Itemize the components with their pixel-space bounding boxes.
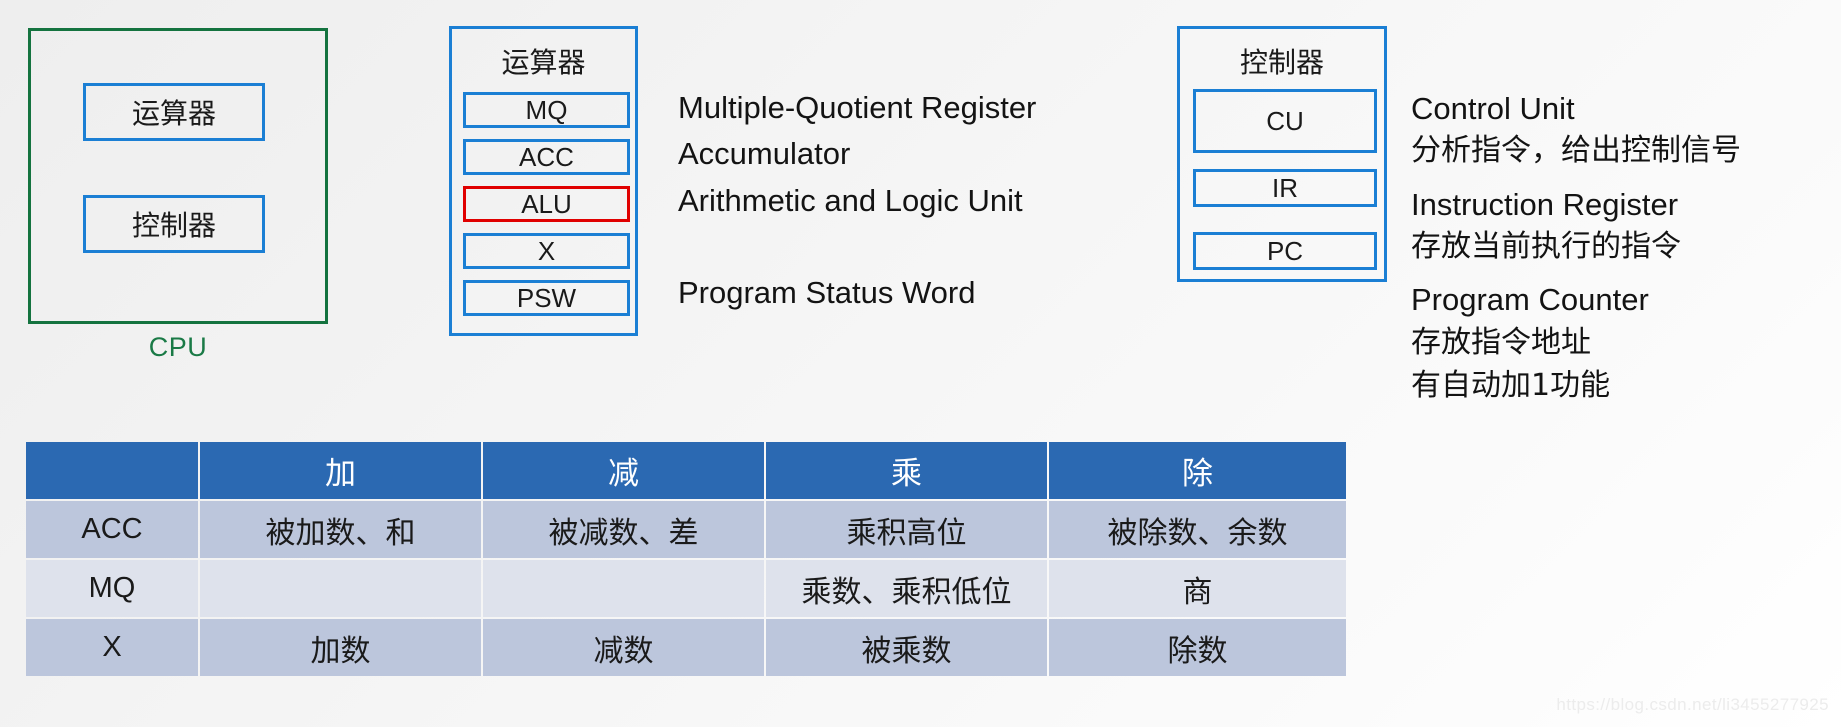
register-usage-table: 加 减 乘 除 ACC 被加数、和 被减数、差 乘积高位 被除数、余数 MQ 乘… (24, 440, 1348, 678)
register-x-label: X (537, 235, 556, 266)
register-ir: IR (1193, 169, 1377, 207)
register-mq: MQ (463, 92, 630, 128)
table-header-cell-0 (26, 442, 198, 499)
cu-desc-cu-cn: 分析指令，给出控制信号 (1411, 133, 1741, 168)
table-cell-x-add: 加数 (200, 619, 481, 676)
alu-desc-alu: Arithmetic and Logic Unit (678, 183, 1023, 218)
register-cu: CU (1193, 89, 1377, 153)
alu-group-title: 运算器 (501, 46, 586, 79)
cu-desc-pc-cn-2: 有自动加1功能 (1411, 368, 1611, 403)
alu-desc-psw: Program Status Word (678, 275, 976, 310)
alu-desc-acc: Accumulator (678, 136, 851, 171)
register-ir-label: IR (1272, 172, 1298, 203)
register-psw: PSW (463, 280, 630, 316)
register-acc: ACC (463, 139, 630, 175)
table-cell-mq-mul: 乘数、乘积低位 (766, 560, 1047, 617)
table-cell-mq-div: 商 (1049, 560, 1346, 617)
table-row: MQ 乘数、乘积低位 商 (26, 560, 1346, 617)
table-header-cell-sub: 减 (483, 442, 764, 499)
register-x: X (463, 233, 630, 269)
table-cell-x-div: 除数 (1049, 619, 1346, 676)
table-cell-x-mul: 被乘数 (766, 619, 1047, 676)
cpu-inner-box-alu: 运算器 (83, 83, 265, 141)
table-row-label-mq: MQ (26, 560, 198, 617)
cpu-inner-label-alu: 运算器 (131, 97, 216, 130)
cu-group-title: 控制器 (1239, 46, 1324, 79)
table-row: X 加数 减数 被乘数 除数 (26, 619, 1346, 676)
table-row-label-x: X (26, 619, 198, 676)
cpu-inner-box-cu: 控制器 (83, 195, 265, 253)
table-cell-mq-sub (483, 560, 764, 617)
cpu-caption: CPU (148, 332, 208, 362)
table-row: ACC 被加数、和 被减数、差 乘积高位 被除数、余数 (26, 501, 1346, 558)
register-alu: ALU (463, 186, 630, 222)
table-cell-acc-div: 被除数、余数 (1049, 501, 1346, 558)
table-header-row: 加 减 乘 除 (26, 442, 1346, 499)
alu-desc-mq: Multiple-Quotient Register (678, 90, 1037, 125)
cu-desc-ir-en: Instruction Register (1411, 187, 1679, 222)
table-cell-mq-add (200, 560, 481, 617)
register-pc: PC (1193, 232, 1377, 270)
register-acc-label: ACC (519, 141, 574, 172)
register-psw-label: PSW (516, 282, 577, 313)
watermark: https://blog.csdn.net/li3455277925 (1556, 695, 1829, 714)
register-pc-label: PC (1266, 235, 1304, 266)
cpu-outer-box: 运算器 控制器 (28, 28, 328, 324)
table-header-cell-div: 除 (1049, 442, 1346, 499)
cu-group-box: 控制器 CU IR PC (1177, 26, 1387, 282)
table-header-cell-add: 加 (200, 442, 481, 499)
cu-desc-ir-cn: 存放当前执行的指令 (1411, 229, 1681, 264)
slide-canvas: 运算器 控制器 CPU 运算器 MQ ACC ALU X PSW Multipl… (0, 0, 1841, 727)
table-header-cell-mul: 乘 (766, 442, 1047, 499)
cu-desc-pc-en: Program Counter (1411, 282, 1649, 317)
cu-desc-cu-en: Control Unit (1411, 91, 1575, 126)
register-cu-label: CU (1266, 105, 1304, 136)
table-cell-x-sub: 减数 (483, 619, 764, 676)
cu-desc-pc-cn-1: 存放指令地址 (1411, 325, 1591, 360)
cpu-inner-label-cu: 控制器 (131, 209, 216, 242)
table-cell-acc-add: 被加数、和 (200, 501, 481, 558)
register-mq-label: MQ (525, 94, 568, 125)
alu-group-box: 运算器 MQ ACC ALU X PSW (449, 26, 638, 336)
table-cell-acc-mul: 乘积高位 (766, 501, 1047, 558)
table-cell-acc-sub: 被减数、差 (483, 501, 764, 558)
register-alu-label: ALU (521, 188, 572, 219)
table-row-label-acc: ACC (26, 501, 198, 558)
